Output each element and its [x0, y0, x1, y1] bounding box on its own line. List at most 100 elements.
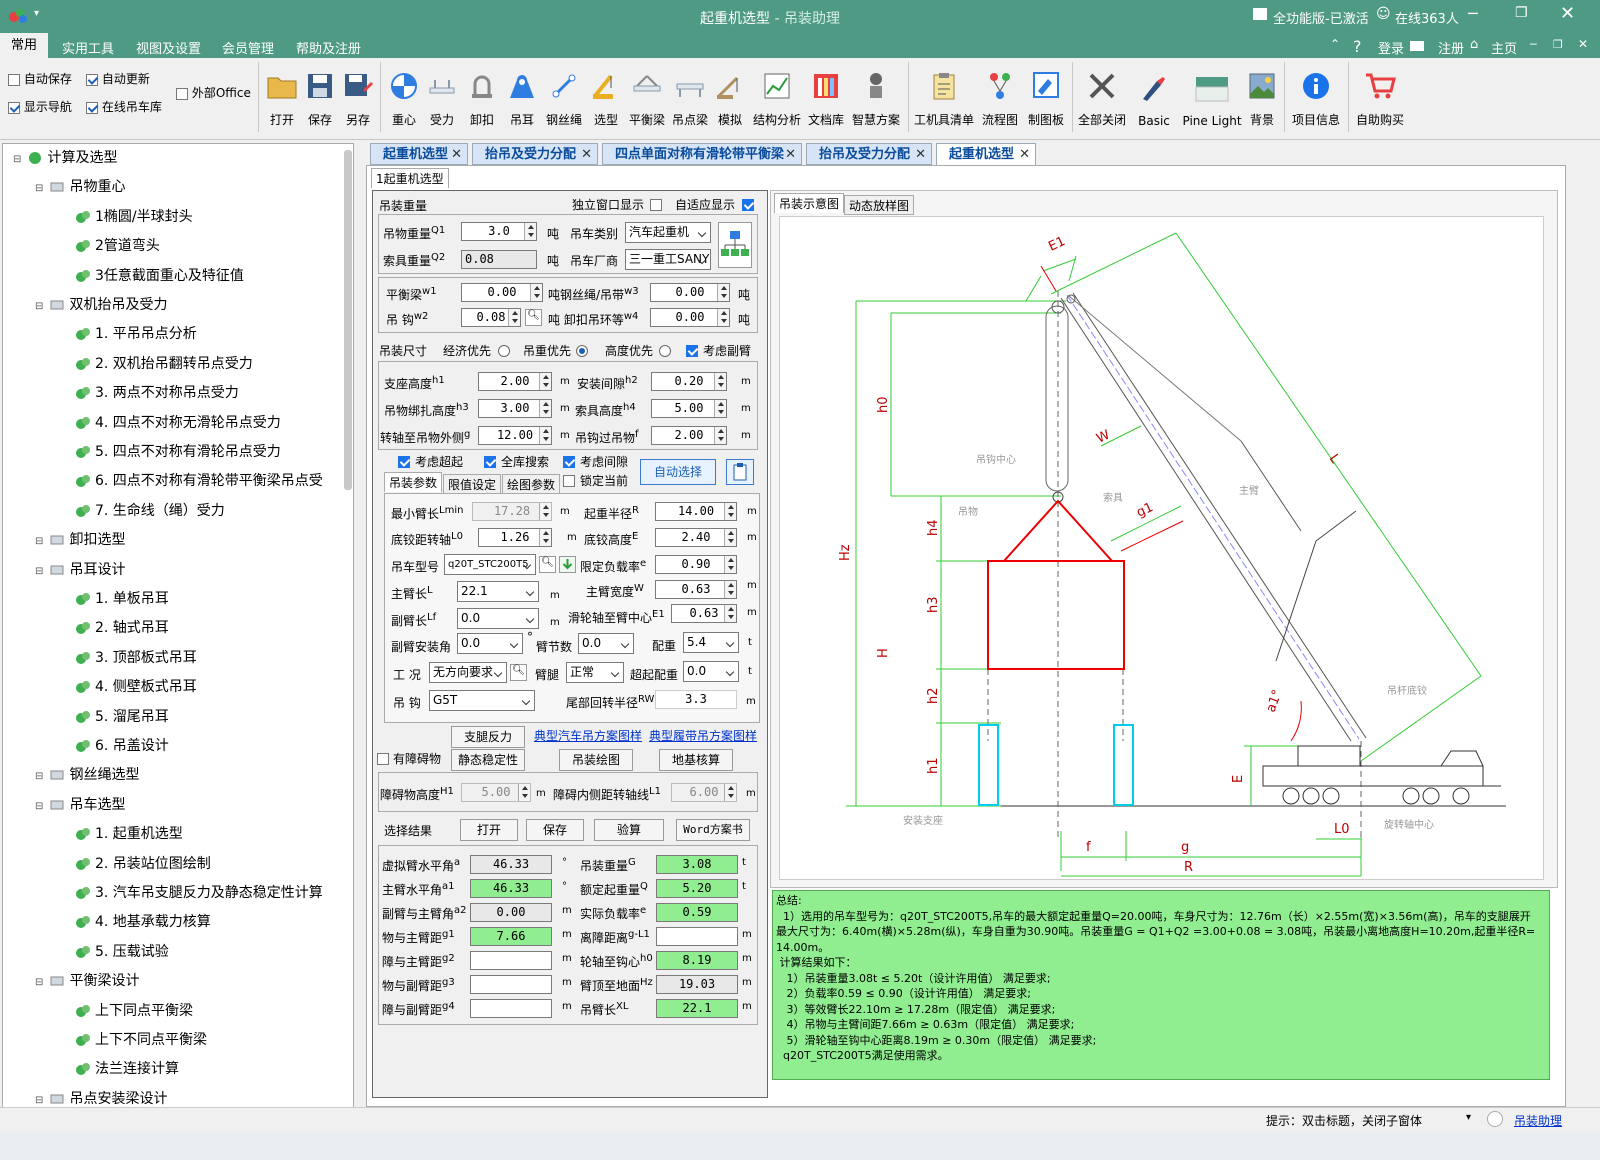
tree-item[interactable]: ⊟ 双机抬吊及受力 [35, 294, 167, 316]
tree-expand-icon[interactable]: ⊟ [35, 531, 45, 553]
tree-item[interactable]: 4. 侧壁板式吊耳 [75, 676, 197, 698]
tab-crane-selection-active[interactable]: 起重机选型 ✕ [936, 143, 1036, 165]
condition-lookup-button[interactable]: 🔍︎ [510, 664, 527, 681]
tab-close-icon[interactable]: ✕ [581, 144, 592, 166]
results-open-button[interactable]: 打开 [460, 819, 518, 841]
outrigger-reaction-button[interactable]: 支腿反力 [451, 726, 525, 748]
tab-close-icon[interactable]: ✕ [785, 144, 796, 166]
menu-item-home[interactable]: 常用 [0, 33, 48, 58]
model-download-button[interactable] [559, 556, 576, 573]
tree-item[interactable]: 2管道弯头 [75, 235, 160, 257]
outrigger-select[interactable]: 正常 [566, 662, 624, 683]
tree-item[interactable]: ⊟ 计算及选型 [13, 147, 117, 169]
consider-superlift-checkbox[interactable] [398, 454, 410, 468]
min-boom-input[interactable]: 17.28 [472, 502, 552, 521]
jib-length-select[interactable]: 0.0 [457, 608, 539, 629]
theme-basic-button[interactable]: Basic [1132, 58, 1176, 128]
tree-item[interactable]: 3. 顶部板式吊耳 [75, 647, 197, 669]
tree-item[interactable]: 1. 平吊吊点分析 [75, 323, 197, 345]
hook-weight-input[interactable]: 0.08 [461, 308, 521, 327]
tree-expand-icon[interactable]: ⊟ [35, 766, 45, 788]
force-button[interactable]: 受力 [424, 58, 460, 128]
tree-expand-icon[interactable]: ⊟ [35, 796, 45, 818]
tree-item[interactable]: 2. 双机抬吊翻转吊点受力 [75, 353, 253, 375]
tree-item[interactable]: 3. 汽车吊支腿反力及静态稳定性计算 [75, 882, 323, 904]
tree-item[interactable]: 6. 吊盖设计 [75, 735, 169, 757]
spreader-weight-input[interactable]: 0.00 [461, 283, 543, 302]
tree-item[interactable]: 7. 生命线（绳）受力 [75, 500, 225, 522]
load-rate-limit-input[interactable]: 0.90 [655, 555, 737, 574]
document-library-button[interactable]: 文档库 [806, 58, 846, 128]
hinge-height-input[interactable]: 2.40 [655, 528, 737, 547]
boom-length-select[interactable]: 22.1 [457, 581, 539, 602]
weight-first-radio[interactable] [576, 343, 588, 357]
tree-item[interactable]: ⊟ 钢丝绳选型 [35, 764, 139, 786]
open-button[interactable]: 打开 [264, 58, 300, 128]
superlift-cw-select[interactable]: 0.0 [683, 661, 739, 682]
quick-access-dropdown-icon[interactable]: ▾ [34, 8, 39, 19]
obstacle-height-input[interactable]: 5.00 [461, 783, 531, 802]
tail-radius-input[interactable]: 3.3 [655, 690, 737, 709]
typical-crawler-crane-link[interactable]: 典型履带吊方案图样 [649, 727, 757, 744]
collapse-ribbon-icon[interactable]: ⌃ [1330, 37, 1340, 51]
wire-rope-button[interactable]: 钢丝绳 [544, 58, 584, 128]
boom-width-input[interactable]: 0.63 [655, 580, 737, 599]
has-obstacle-checkbox[interactable] [377, 751, 389, 765]
tab-close-icon[interactable]: ✕ [451, 144, 462, 166]
model-lookup-button[interactable]: 🔍︎ [539, 556, 556, 573]
tree-item[interactable]: 上下不同点平衡梁 [75, 1029, 207, 1051]
tab-lifting-force-1[interactable]: 抬吊及受力分配 ✕ [472, 143, 598, 165]
tab-lifting-diagram[interactable]: 吊装示意图 [774, 193, 845, 213]
radius-input[interactable]: 14.00 [655, 502, 737, 521]
lifting-point-beam-button[interactable]: 吊点梁 [670, 58, 710, 128]
consider-gap-checkbox[interactable] [563, 454, 575, 468]
tree-item[interactable]: 1椭圆/半球封头 [75, 206, 193, 228]
online-crane-db-checkbox[interactable]: 在线吊车库 [86, 98, 162, 115]
tree-item[interactable]: 2. 吊装站位图绘制 [75, 853, 211, 875]
crane-model-select[interactable]: q20T_STC200T5 [444, 554, 536, 575]
lifting-drawing-button[interactable]: 吊装绘图 [559, 749, 633, 771]
hinge-axis-input[interactable]: 1.26 [478, 528, 552, 547]
typical-truck-crane-link[interactable]: 典型汽车吊方案图样 [534, 727, 642, 744]
tree-item[interactable]: 3任意截面重心及特征值 [75, 265, 244, 287]
tool-list-button[interactable]: 工机具清单 [914, 58, 974, 128]
smart-plan-button[interactable]: 智慧方案 [850, 58, 902, 128]
menu-item-help[interactable]: 帮助及注册 [296, 38, 361, 57]
tab-four-point-beam[interactable]: 四点单面对称有滑轮带平衡梁 ✕ [602, 143, 802, 165]
tree-scrollbar[interactable] [344, 150, 352, 490]
lifting-lug-button[interactable]: 吊耳 [504, 58, 540, 128]
crane-maker-select[interactable]: 三一重工SANY [625, 249, 711, 270]
rigging-weight-input[interactable]: 0.08 [461, 250, 537, 269]
shackle-weight-input[interactable]: 0.00 [650, 308, 730, 327]
restore-button[interactable]: ❐ [1515, 5, 1528, 21]
binding-height-input[interactable]: 3.00 [478, 399, 552, 418]
mdi-close-button[interactable]: ✕ [1578, 37, 1588, 51]
static-stability-button[interactable]: 静态稳定性 [451, 749, 525, 771]
axis-to-load-input[interactable]: 12.00 [478, 426, 552, 445]
tab-lifting-params[interactable]: 吊装参数 [384, 472, 443, 492]
save-as-button[interactable]: 另存 [340, 58, 376, 128]
tree-item[interactable]: 5. 溜尾吊耳 [75, 706, 169, 728]
boom-sections-select[interactable]: 0.0 [578, 633, 634, 654]
tree-item[interactable]: 4. 地基承载力核算 [75, 911, 211, 933]
tree-expand-icon[interactable]: ⊟ [35, 178, 45, 200]
economy-first-radio[interactable] [498, 343, 510, 357]
mdi-minimize-button[interactable]: ─ [1530, 38, 1537, 51]
help-icon[interactable]: ? [1353, 37, 1362, 56]
menu-item-member[interactable]: 会员管理 [222, 38, 274, 57]
status-app-link[interactable]: 吊装助理 [1514, 1112, 1562, 1129]
tab-lifting-force-2[interactable]: 抬吊及受力分配 ✕ [806, 143, 932, 165]
tree-item[interactable]: ⊟ 吊车选型 [35, 794, 125, 816]
tree-item[interactable]: 5. 四点不对称有滑轮吊点受力 [75, 441, 281, 463]
self-purchase-button[interactable]: 自助购买 [1352, 58, 1408, 128]
homepage-link[interactable]: 主页 [1491, 38, 1517, 57]
tree-item[interactable]: 法兰连接计算 [75, 1058, 179, 1080]
auto-save-checkbox[interactable]: 自动保存 [8, 70, 72, 87]
minimize-button[interactable]: ─ [1468, 4, 1478, 23]
obstacle-distance-input[interactable]: 6.00 [671, 783, 737, 802]
flowchart-button[interactable]: 流程图 [978, 58, 1022, 128]
ground-check-button[interactable]: 地基核算 [659, 749, 733, 771]
drawing-board-button[interactable]: 制图板 [1024, 58, 1068, 128]
hook-select[interactable]: G5T [429, 690, 535, 711]
sheave-to-boom-input[interactable]: 0.63 [671, 604, 737, 623]
